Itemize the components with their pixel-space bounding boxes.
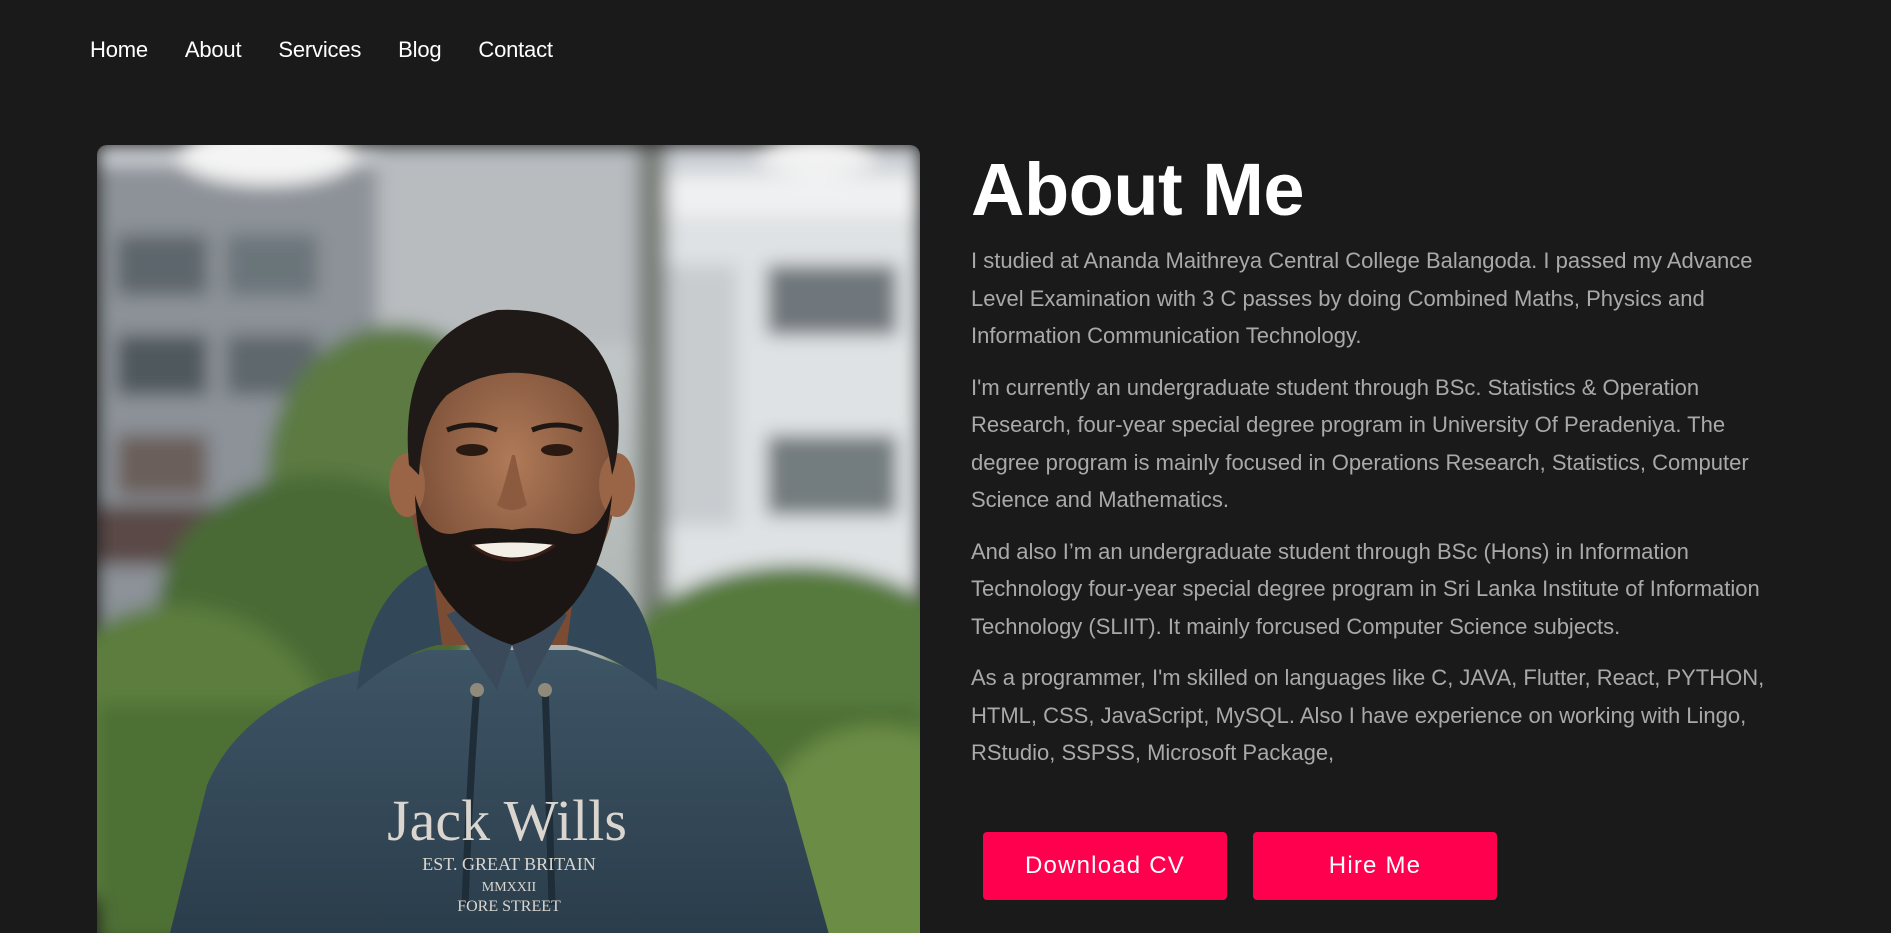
nav-services-link[interactable]: Services [278,36,361,64]
about-title: About Me [971,148,1305,231]
nav-blog-link[interactable]: Blog [398,36,441,64]
action-buttons: Download CV Hire Me [983,832,1497,900]
hire-me-button[interactable]: Hire Me [1253,832,1497,900]
hoodie-print-line2: EST. GREAT BRITAIN [422,854,595,874]
page: Home About Services Blog Contact Jack Wi… [0,0,1891,933]
about-section: About Me I studied at Ananda Maithreya C… [971,146,1791,772]
profile-photo: Jack Wills EST. GREAT BRITAIN MMXXII FOR… [97,145,920,933]
about-paragraph-skills: As a programmer, I'm skilled on language… [971,665,1765,765]
hoodie-print-line3: MMXXII [482,880,537,895]
hoodie-print-line1: Jack Wills [387,788,627,853]
nav-contact-link[interactable]: Contact [478,36,553,64]
about-paragraph-education: I studied at Ananda Maithreya Central Co… [971,248,1753,348]
top-nav: Home About Services Blog Contact [90,36,553,64]
about-paragraph-peradeniya: I'm currently an undergraduate student t… [971,374,1749,513]
about-paragraph-sliit: And also I’m an undergraduate student th… [971,538,1760,639]
nav-home-link[interactable]: Home [90,36,148,64]
hoodie-print-line4: FORE STREET [457,898,561,915]
nav-about-link[interactable]: About [185,36,242,64]
download-cv-button[interactable]: Download CV [983,832,1227,900]
portrait-image: Jack Wills EST. GREAT BRITAIN MMXXII FOR… [97,145,920,933]
